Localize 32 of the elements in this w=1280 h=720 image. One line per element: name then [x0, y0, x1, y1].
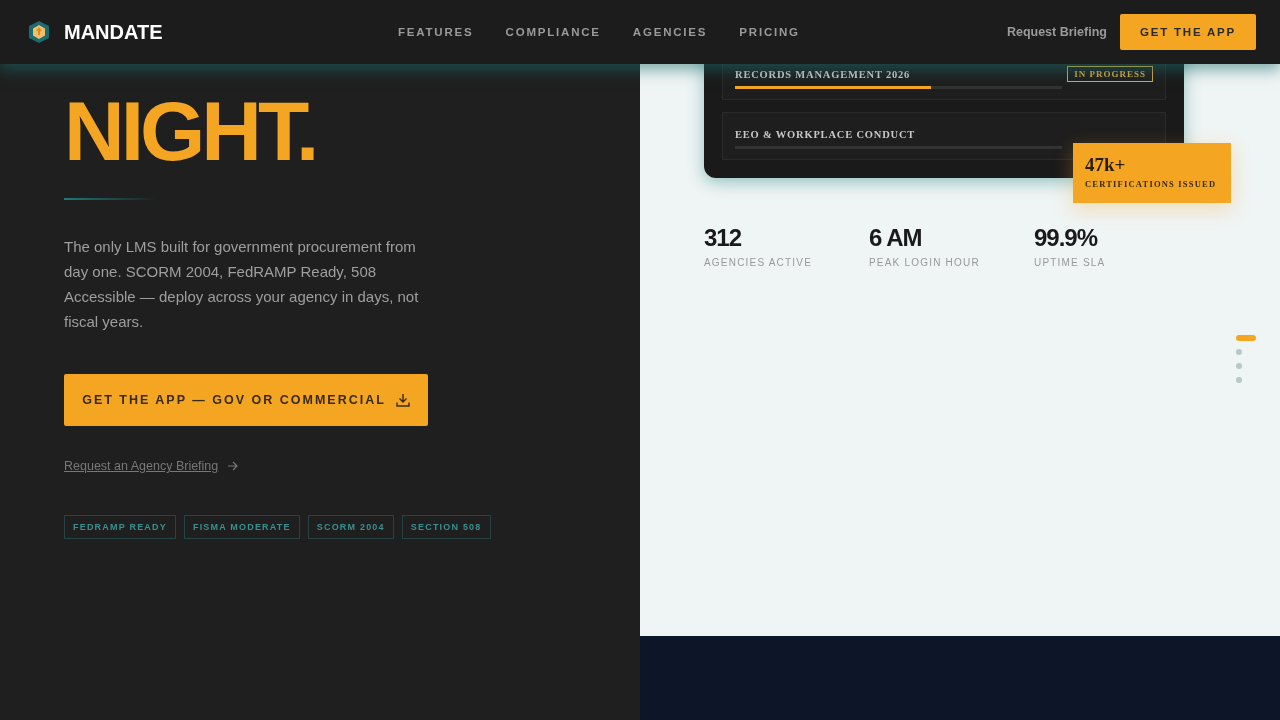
callout-value: 47k+ [1085, 155, 1127, 175]
request-briefing-link[interactable]: Request Briefing [1006, 25, 1107, 39]
headline-line: NIGHT. [64, 92, 316, 170]
shield-logo-icon [28, 20, 50, 44]
nav-link[interactable]: COMPLIANCE [505, 26, 601, 38]
arrow-right-icon [227, 461, 240, 471]
download-icon [395, 393, 410, 407]
course-title: RECORDS MANAGEMENT 2026 [735, 68, 911, 80]
nav-link[interactable]: FEATURES [398, 26, 474, 38]
stat-label: PEAK LOGIN HOUR [869, 257, 980, 268]
compliance-badge: SCORM 2004 [307, 515, 394, 539]
get-app-button[interactable]: GET THE APP [1119, 14, 1256, 50]
stat-value: 6 AM [869, 224, 922, 252]
compliance-badge: FISMA MODERATE [183, 515, 300, 539]
stat-label: UPTIME SLA [1034, 257, 1106, 268]
hero-description: The only LMS built for government procurement from day one. SCORM 2004, FedRAMP Ready, 508 Accessible — deploy across your agency in days, not fiscal years. [64, 237, 420, 332]
nav-link[interactable]: PRICING [739, 26, 800, 38]
stat-value: 312 [704, 224, 742, 252]
course-title: EEO & WORKPLACE CONDUCT [735, 128, 916, 140]
stat-label: AGENCIES ACTIVE [704, 257, 813, 268]
get-app-button[interactable]: GET THE APP — GOV OR COMMERCIAL [64, 374, 428, 426]
compliance-badge: FEDRAMP READY [64, 515, 176, 539]
brand-name: MANDATE [64, 20, 163, 44]
nav-link[interactable]: AGENCIES [632, 26, 708, 38]
pager-dot[interactable] [1236, 363, 1242, 369]
callout-label: CERTIFICATIONS ISSUED [1085, 179, 1218, 189]
pager-dot[interactable] [1236, 349, 1242, 355]
compliance-badge: SECTION 508 [401, 515, 491, 539]
stat-value: 99.9% [1034, 224, 1098, 252]
pager-dot[interactable] [1236, 377, 1242, 383]
status-badge: IN PROGRESS [1067, 66, 1153, 82]
agency-briefing-link[interactable]: Request an Agency Briefing [64, 459, 219, 473]
